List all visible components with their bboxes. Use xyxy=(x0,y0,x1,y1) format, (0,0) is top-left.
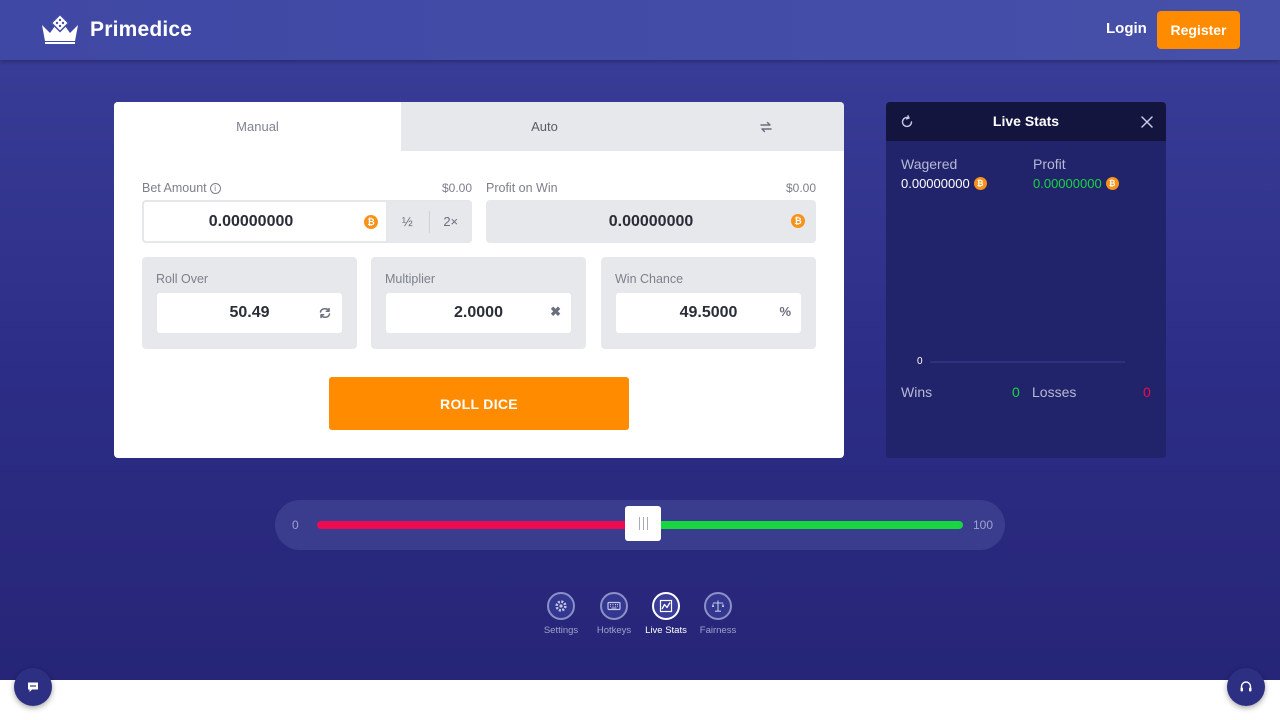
profit-chart-baseline xyxy=(930,361,1125,363)
profit-on-win-field: 0.00000000 ₿ xyxy=(486,200,816,243)
roll-dice-button[interactable]: ROLL DICE xyxy=(329,377,629,430)
keyboard-icon xyxy=(607,601,621,611)
hotkeys-label: Hotkeys xyxy=(596,625,632,636)
win-chance-input[interactable]: 49.5000 % xyxy=(616,293,801,333)
bitcoin-icon: ₿ xyxy=(1105,177,1119,190)
headset-icon xyxy=(1240,681,1252,692)
slider-max-label: 100 xyxy=(973,518,994,532)
chat-button[interactable] xyxy=(14,668,52,706)
profit-amount: 0.00000000 xyxy=(1033,176,1102,191)
profit-on-win-label: Profit on Win xyxy=(486,181,558,195)
register-button[interactable]: Register xyxy=(1157,11,1240,49)
multiply-icon: ✖ xyxy=(550,304,561,319)
live-stats-button[interactable]: Live Stats xyxy=(641,592,691,636)
multiplier-input[interactable]: 2.0000 ✖ xyxy=(386,293,571,333)
hotkeys-circle xyxy=(600,592,628,620)
settings-circle xyxy=(547,592,575,620)
bet-amount-label-text: Bet Amount xyxy=(142,181,207,195)
fairness-button[interactable]: Fairness xyxy=(693,592,743,636)
scales-icon xyxy=(711,600,725,612)
multiplier-label: Multiplier xyxy=(385,272,436,286)
close-icon[interactable] xyxy=(1141,116,1153,128)
tab-auto[interactable]: Auto xyxy=(401,102,688,151)
profit-on-win-usd: $0.00 xyxy=(785,181,816,195)
win-chance-label: Win Chance xyxy=(615,272,684,286)
profit-label: Profit xyxy=(1033,156,1066,172)
fairness-label: Fairness xyxy=(699,625,737,636)
bet-amount-field[interactable]: 0.00000000 ₿ ½ 2× xyxy=(142,200,472,243)
bet-modifiers: ½ 2× xyxy=(386,202,472,241)
double-bet-button[interactable]: 2× xyxy=(429,214,472,229)
brand-logo[interactable]: Primedice xyxy=(40,15,192,45)
slider-handle[interactable] xyxy=(625,506,662,541)
roll-over-input[interactable]: 50.49 xyxy=(157,293,342,333)
roll-slider: 0 100 xyxy=(275,500,1005,550)
settings-label: Settings xyxy=(543,625,579,636)
live-stats-panel: Live Stats Wagered 0.00000000 ₿ Profit 0… xyxy=(886,102,1166,458)
brand-name: Primedice xyxy=(90,18,193,41)
bitcoin-icon: ₿ xyxy=(973,177,987,190)
losses-label: Losses xyxy=(1032,384,1077,400)
half-bet-button[interactable]: ½ xyxy=(386,214,429,229)
live-stats-title: Live Stats xyxy=(992,113,1060,129)
hotkeys-button[interactable]: Hotkeys xyxy=(589,592,639,636)
wagered-label: Wagered xyxy=(901,156,958,172)
game-mode-tabs: Manual Auto xyxy=(114,102,844,151)
multiplier-card: Multiplier 2.0000 ✖ xyxy=(371,257,586,349)
roll-over-value: 50.49 xyxy=(229,304,270,321)
percent-suffix: % xyxy=(779,304,791,319)
fairness-circle xyxy=(704,592,732,620)
game-stage: Primedice Login Register Manual Auto Bet… xyxy=(0,0,1280,680)
support-button[interactable] xyxy=(1227,668,1265,706)
tab-manual[interactable]: Manual xyxy=(114,102,401,151)
bitcoin-icon: ₿ xyxy=(364,215,378,229)
bet-amount-input[interactable]: 0.00000000 xyxy=(144,202,386,241)
profit-value: 0.00000000 ₿ xyxy=(1033,176,1119,191)
win-chance-value: 49.5000 xyxy=(679,304,738,321)
bitcoin-icon: ₿ xyxy=(791,214,805,228)
swap-icon xyxy=(760,121,772,132)
login-link[interactable]: Login xyxy=(1106,20,1147,37)
slider-win-track[interactable] xyxy=(643,521,963,529)
swap-mode-button[interactable] xyxy=(688,102,844,151)
wins-label: Wins xyxy=(901,384,933,400)
live-stats-label: Live Stats xyxy=(645,625,687,636)
bet-amount-label: Bet Amount i xyxy=(142,181,221,195)
chart-icon xyxy=(659,599,673,613)
crown-dice-icon xyxy=(42,15,78,44)
flip-roll-icon[interactable] xyxy=(318,306,332,320)
roll-over-label: Roll Over xyxy=(156,272,209,286)
gear-icon xyxy=(555,600,567,612)
live-stats-circle xyxy=(652,592,680,620)
chat-icon xyxy=(28,682,38,692)
dice-game-panel: Manual Auto Bet Amount i $0.00 0.00000000… xyxy=(114,102,844,458)
slider-loss-track[interactable] xyxy=(317,521,644,529)
wagered-amount: 0.00000000 xyxy=(901,176,970,191)
profit-on-win-value: 0.00000000 xyxy=(608,212,694,230)
multiplier-value: 2.0000 xyxy=(454,304,503,321)
info-icon[interactable]: i xyxy=(209,183,221,195)
win-chance-card: Win Chance 49.5000 % xyxy=(601,257,816,349)
wins-value: 0 xyxy=(1012,384,1020,400)
chart-zero-label: 0 xyxy=(917,356,923,367)
live-stats-header: Live Stats xyxy=(886,102,1166,141)
losses-value: 0 xyxy=(1143,384,1151,400)
wagered-value: 0.00000000 ₿ xyxy=(901,176,987,191)
roll-over-card: Roll Over 50.49 xyxy=(142,257,357,349)
slider-min-label: 0 xyxy=(292,518,299,532)
bet-amount-usd: $0.00 xyxy=(441,181,472,195)
settings-button[interactable]: Settings xyxy=(536,592,586,636)
top-header: Primedice Login Register xyxy=(0,0,1280,60)
